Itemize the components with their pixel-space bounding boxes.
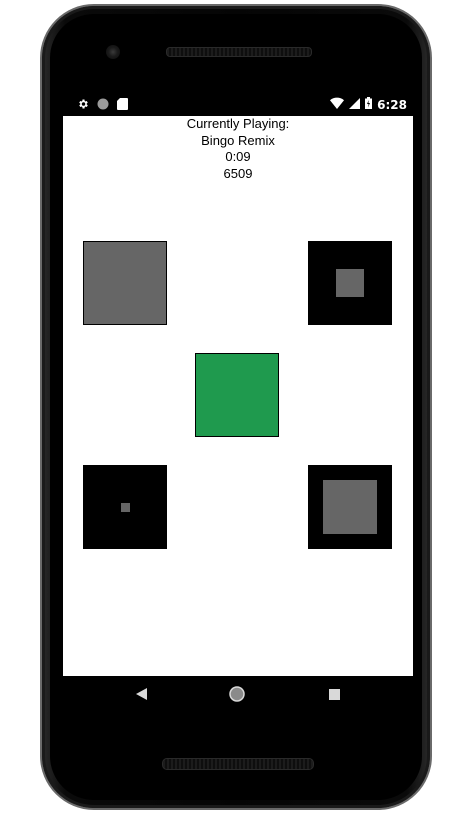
navigation-bar — [63, 676, 413, 716]
circle-status-icon — [97, 98, 109, 113]
tile-bottom-right-core — [323, 480, 377, 534]
clock: 6:28 — [377, 97, 407, 112]
tile-bottom-right[interactable] — [308, 465, 392, 549]
recents-button[interactable] — [326, 688, 342, 704]
earpiece-speaker — [166, 47, 312, 57]
bottom-speaker — [162, 758, 314, 770]
tile-center[interactable] — [195, 353, 279, 437]
cell-signal-icon — [349, 97, 361, 112]
home-icon — [229, 685, 245, 707]
battery-icon — [365, 97, 373, 112]
tile-top-right-core — [336, 269, 364, 297]
tile-bottom-left-core — [121, 503, 130, 512]
track-title: Bingo Remix — [201, 132, 275, 148]
elapsed-time: 0:09 — [225, 149, 251, 164]
sd-card-icon — [117, 98, 128, 113]
gear-icon — [77, 98, 89, 113]
app-screen: Currently Playing: Bingo Remix 0:09 6509 — [63, 116, 413, 676]
status-left-icons — [77, 98, 128, 113]
status-bar: 6:28 — [63, 94, 413, 116]
back-button[interactable] — [133, 688, 149, 704]
recents-icon — [328, 687, 340, 705]
now-playing-panel: Currently Playing: Bingo Remix 0:09 6509 — [63, 116, 413, 182]
back-icon — [135, 687, 147, 705]
score-counter: 6509 — [223, 165, 253, 181]
now-playing-heading: Currently Playing: — [186, 116, 290, 131]
home-button[interactable] — [229, 685, 245, 707]
tile-top-right[interactable] — [308, 241, 392, 325]
tile-bottom-left[interactable] — [83, 465, 167, 549]
wifi-icon — [330, 97, 345, 112]
tile-top-left[interactable] — [83, 241, 167, 325]
status-right-icons: 6:28 — [330, 97, 407, 112]
front-camera — [106, 45, 120, 59]
